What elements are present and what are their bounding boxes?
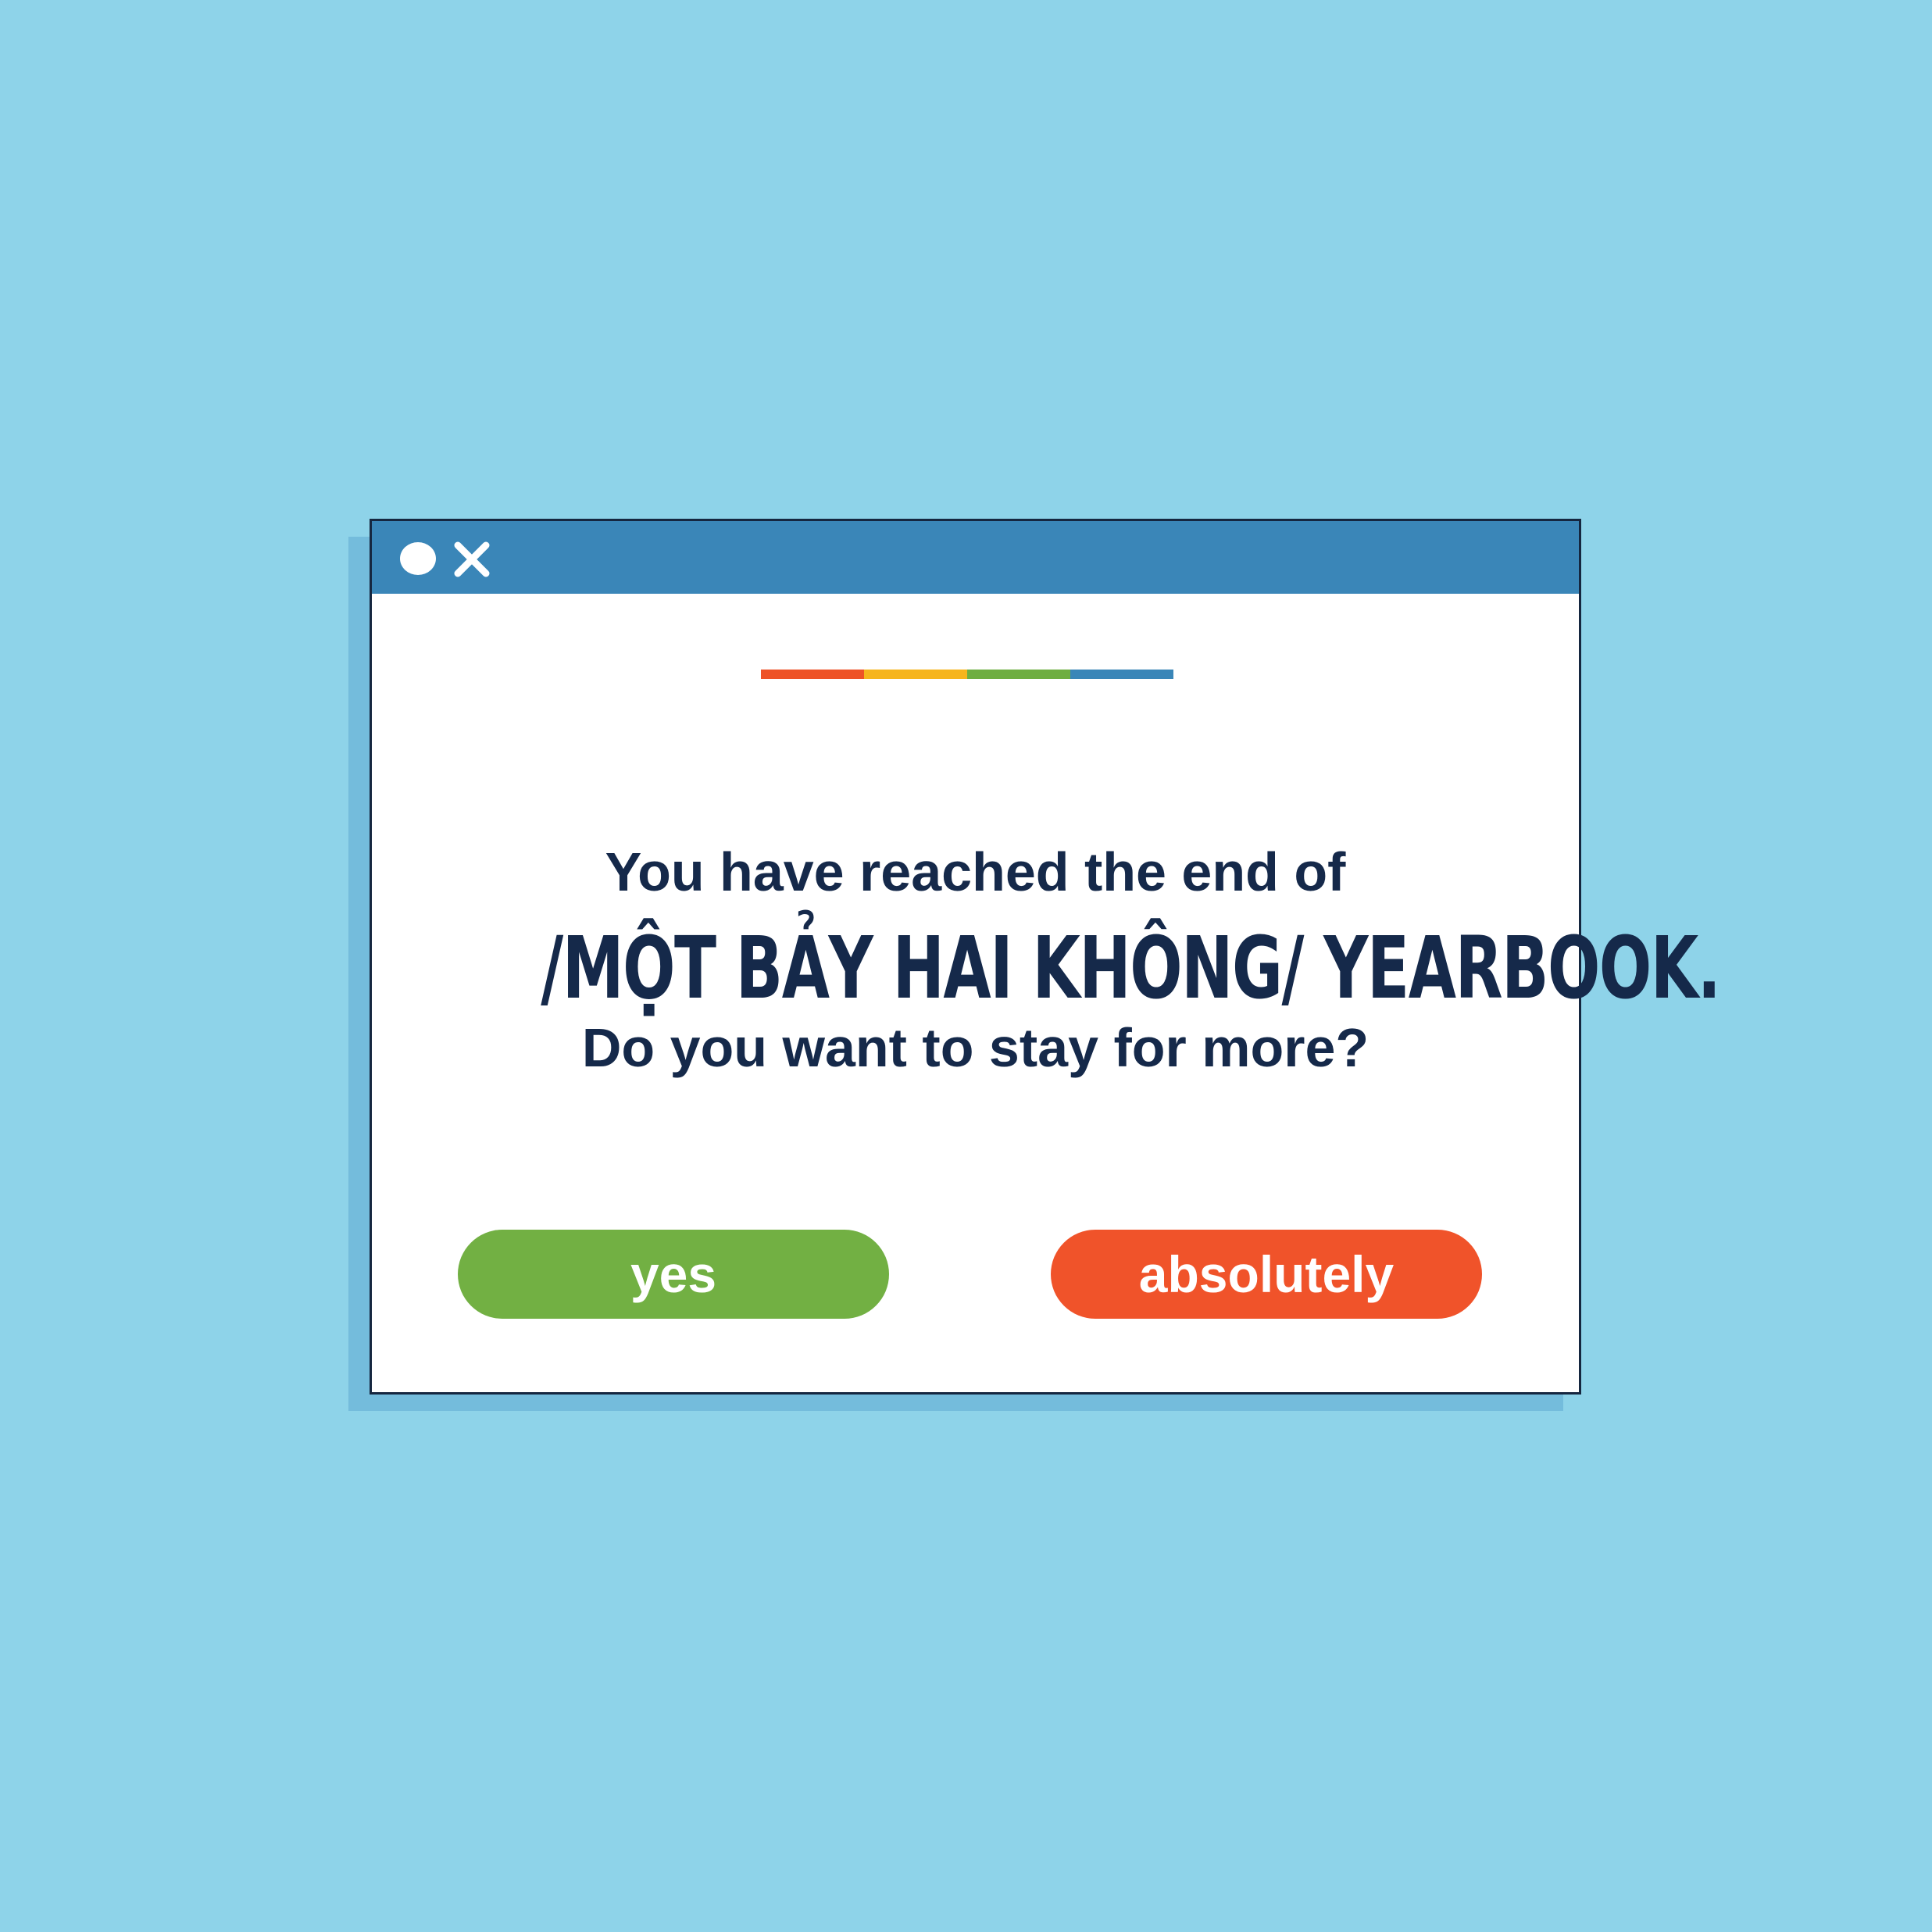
absolutely-button[interactable]: absolutely <box>1051 1230 1482 1319</box>
message-line-3: Do you want to stay for more? <box>581 1017 1370 1078</box>
rainbow-segment-red <box>761 670 864 679</box>
circle-icon[interactable] <box>400 542 436 575</box>
rainbow-segment-green <box>967 670 1070 679</box>
rainbow-divider <box>761 670 1173 679</box>
message-line-1: You have reached the end of <box>605 841 1346 902</box>
rainbow-segment-blue <box>1070 670 1173 679</box>
yes-button[interactable]: yes <box>458 1230 889 1319</box>
title-bar <box>372 521 1579 594</box>
yearbook-title: /MỘT BẢY HAI KHÔNG/ YEARBOOK. <box>541 918 1721 1018</box>
close-icon[interactable] <box>452 539 492 580</box>
dialog-window: You have reached the end of /MỘT BẢY HAI… <box>370 519 1721 1395</box>
rainbow-segment-yellow <box>864 670 967 679</box>
